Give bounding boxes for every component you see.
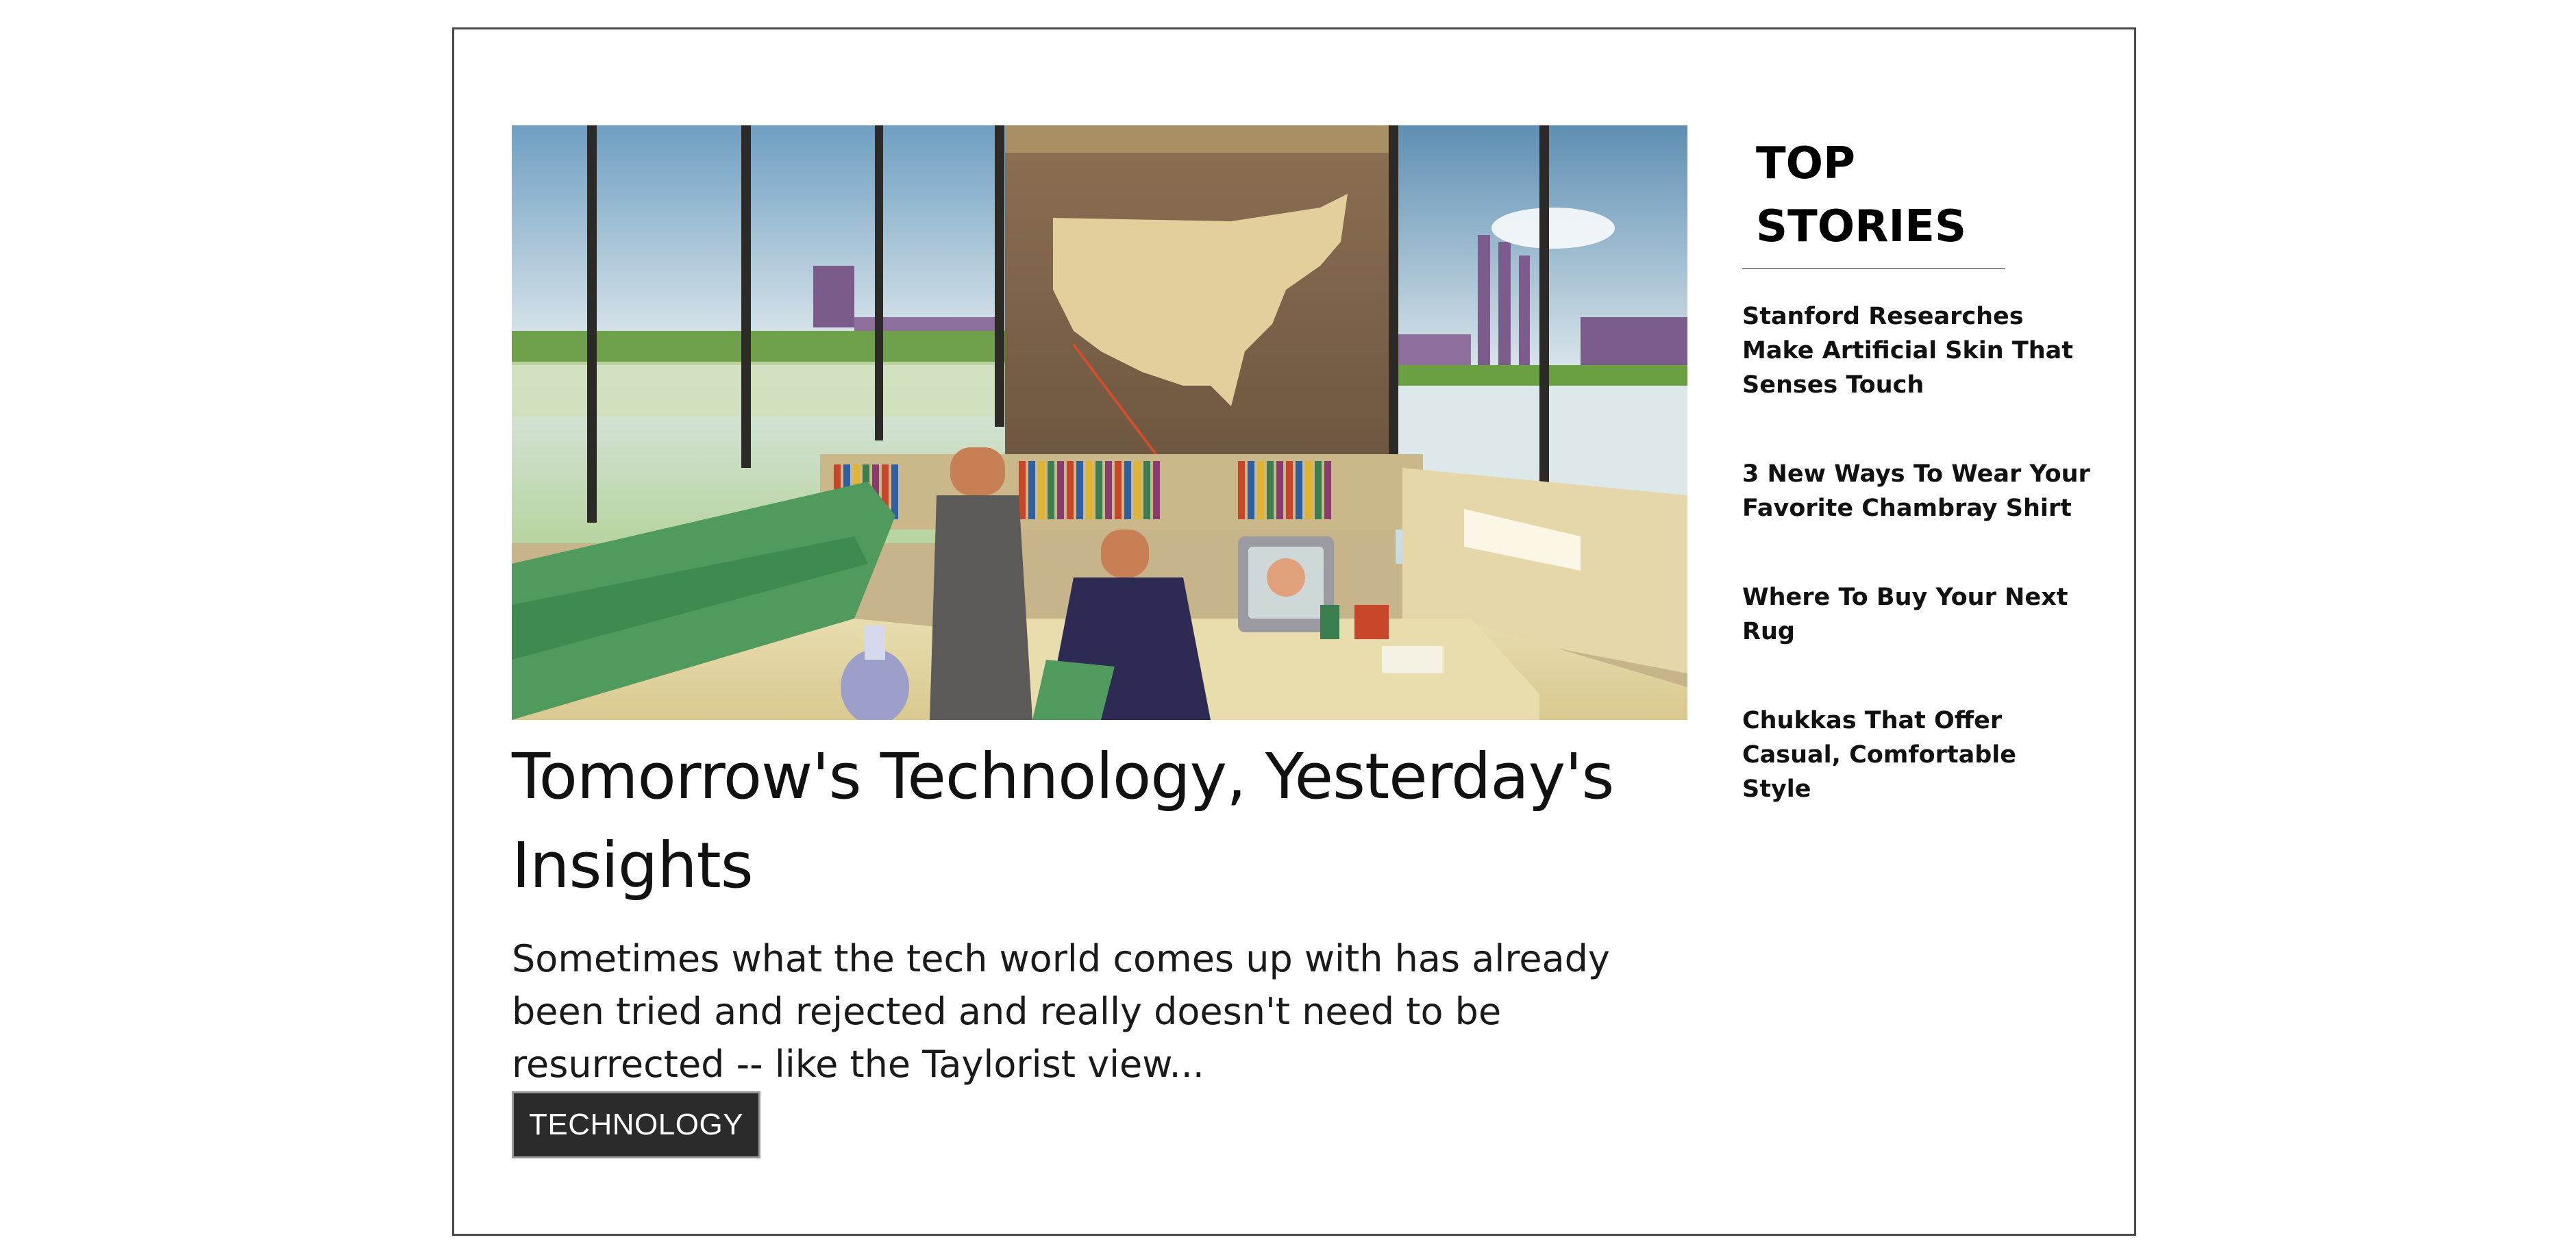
story-link-1[interactable]: Stanford Researches Make Artificial Skin… <box>1742 299 2092 402</box>
story-link-2[interactable]: 3 New Ways To Wear Your Favorite Chambra… <box>1742 457 2092 525</box>
sidebar-title: TOP STORIES <box>1756 138 1967 252</box>
top-stories-sidebar: TOP STORIES Stanford Researches Make Art… <box>1742 132 2098 861</box>
story-link-3[interactable]: Where To Buy Your Next Rug <box>1742 580 2092 649</box>
article-summary: Sometimes what the tech world comes up w… <box>512 937 1610 1086</box>
retro-office-illustration <box>512 125 1687 720</box>
category-tag-button[interactable]: TECHNOLOGY <box>512 1091 761 1158</box>
article-card: Tomorrow's Technology, Yesterday's Insig… <box>452 27 2136 1236</box>
list-item: Where To Buy Your Next Rug <box>1742 580 2098 649</box>
article-hero-image[interactable] <box>512 125 1687 720</box>
list-item: Stanford Researches Make Artificial Skin… <box>1742 299 2098 402</box>
article-headline[interactable]: Tomorrow's Technology, Yesterday's Insig… <box>512 732 1718 910</box>
list-item: Chukkas That Offer Casual, Comfortable S… <box>1742 704 2098 806</box>
list-item: 3 New Ways To Wear Your Favorite Chambra… <box>1742 457 2098 525</box>
sidebar-divider <box>1742 268 2005 269</box>
story-list: Stanford Researches Make Artificial Skin… <box>1742 299 2098 806</box>
story-link-4[interactable]: Chukkas That Offer Casual, Comfortable S… <box>1742 704 2092 806</box>
